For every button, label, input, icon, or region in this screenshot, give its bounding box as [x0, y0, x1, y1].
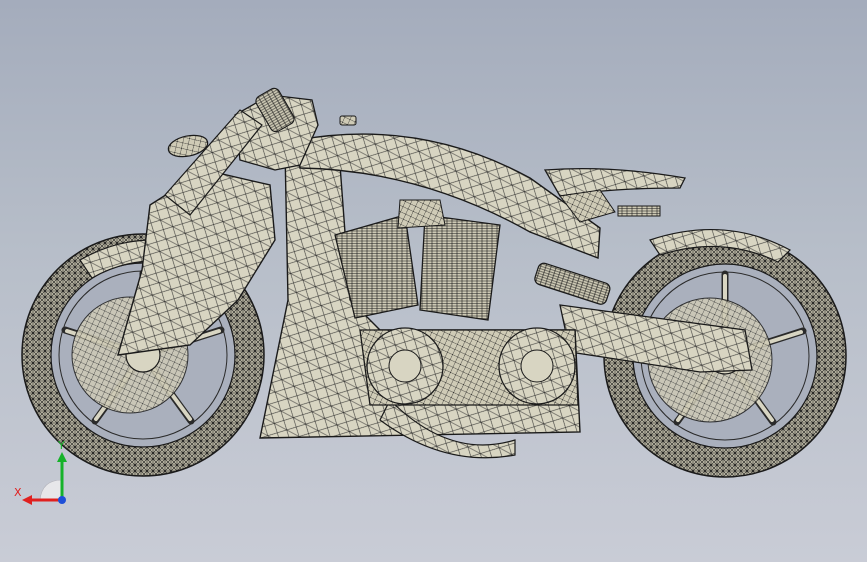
3d-model-viewport[interactable]: X Y	[0, 0, 867, 562]
fuel-cap[interactable]	[339, 115, 357, 126]
x-axis-label: X	[14, 486, 22, 499]
y-axis-label: Y	[57, 440, 65, 452]
x-axis-arrowhead	[22, 495, 32, 505]
motorcycle-model[interactable]	[0, 0, 867, 562]
primary-drive-cover[interactable]	[359, 327, 579, 406]
v-twin-engine[interactable]	[334, 199, 501, 321]
rear-shock[interactable]	[533, 262, 611, 306]
z-axis-dot	[58, 496, 66, 504]
rear-footpeg[interactable]	[617, 205, 661, 217]
coordinate-triad: X Y	[14, 440, 67, 505]
seat[interactable]	[543, 167, 686, 197]
triad-plane-icon	[39, 479, 63, 501]
y-axis-arrowhead	[57, 452, 67, 462]
